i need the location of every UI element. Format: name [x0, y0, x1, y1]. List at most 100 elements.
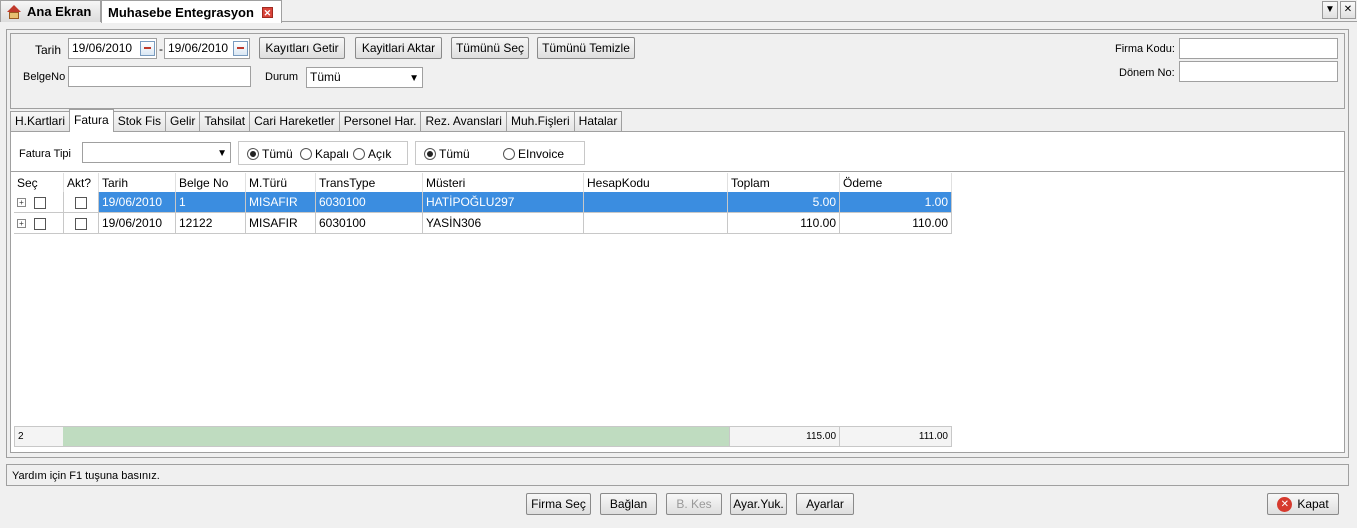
fatura-tipi-select[interactable]: ▼ [82, 142, 231, 163]
tab-personel-har[interactable]: Personel Har. [338, 111, 422, 131]
radio-selected-icon [424, 148, 436, 160]
radio-einvoice-label: EInvoice [518, 147, 565, 161]
cell-musteri: HATİPOĞLU297 [423, 192, 584, 213]
expand-icon[interactable]: + [17, 219, 26, 229]
close-tab-icon[interactable]: ✕ [261, 6, 273, 18]
tab-stok-fis[interactable]: Stok Fis [112, 111, 167, 131]
b-kes-button[interactable]: B. Kes [666, 493, 722, 515]
sec-checkbox[interactable] [34, 217, 46, 230]
col-akt[interactable]: Akt? [64, 173, 99, 192]
bottom-button-bar: Firma Seç Bağlan B. Kes Ayar.Yuk. Ayarla… [0, 488, 1357, 522]
cell-m-turu: MISAFIR [246, 192, 316, 213]
tab-gelir[interactable]: Gelir [165, 111, 201, 131]
col-trans-type[interactable]: TransType [316, 173, 423, 192]
radio-icon [353, 148, 365, 160]
col-hesap-kodu[interactable]: HesapKodu [584, 173, 728, 192]
calendar-icon[interactable] [233, 41, 248, 56]
tab-ana-ekran-label: Ana Ekran [27, 4, 92, 19]
col-m-turu[interactable]: M.Türü [246, 173, 316, 192]
date-separator: - [159, 42, 163, 56]
tab-fatura[interactable]: Fatura [69, 109, 114, 132]
col-toplam[interactable]: Toplam [728, 173, 840, 192]
cell-belge-no: 1 [176, 192, 246, 213]
radio-einvoice[interactable]: EInvoice [503, 147, 564, 161]
table-row[interactable]: + 19/06/2010 1 MISAFIR 6030100 HATİPOĞLU… [14, 192, 952, 213]
row-select-cell[interactable]: + [14, 192, 64, 213]
record-count: 2 [18, 431, 24, 442]
cell-hesap-kodu [584, 192, 728, 213]
radio-tumu-label: Tümü [262, 147, 293, 161]
tab-hatalar[interactable]: Hatalar [573, 111, 623, 131]
tab-h-kartlari[interactable]: H.Kartlari [10, 111, 71, 131]
main-panel: Tarih 19/06/2010 - 19/06/2010 Kayıtları … [6, 29, 1349, 458]
durum-radio-group: Tümü Kapalı Açık [238, 141, 408, 165]
tab-rez-avanslari[interactable]: Rez. Avanslari [420, 111, 507, 131]
grid-summary-footer: 2 115.00 111.00 [14, 426, 952, 447]
firma-kodu-field[interactable] [1179, 38, 1338, 59]
col-tarih[interactable]: Tarih [99, 173, 176, 192]
col-belge-no[interactable]: Belge No [176, 173, 246, 192]
ayarlar-button[interactable]: Ayarlar [796, 493, 854, 515]
kapat-button[interactable]: ✕ Kapat [1267, 493, 1339, 515]
firma-sec-button[interactable]: Firma Seç [526, 493, 591, 515]
kapat-label: Kapat [1297, 497, 1329, 511]
radio-tumu-2[interactable]: Tümü [424, 147, 470, 161]
akt-cell[interactable] [64, 213, 99, 234]
sec-checkbox[interactable] [34, 196, 46, 209]
firma-kodu-label: Firma Kodu: [1115, 43, 1175, 55]
date-to-value: 19/06/2010 [168, 41, 229, 55]
cell-tarih: 19/06/2010 [99, 213, 176, 234]
tab-muhasebe-entegrasyon[interactable]: Muhasebe Entegrasyon ✕ [101, 0, 282, 23]
radio-acik[interactable]: Açık [353, 147, 391, 161]
donem-no-field[interactable] [1179, 61, 1338, 82]
home-icon [7, 4, 21, 19]
cell-odeme: 1.00 [840, 192, 952, 213]
fatura-tipi-label: Fatura Tipi [19, 148, 71, 160]
expand-icon[interactable]: + [17, 198, 26, 208]
fatura-panel: Fatura Tipi ▼ Tümü Kapalı Açık Tümü EInv… [10, 131, 1345, 453]
fatura-grid: Seç Akt? Tarih Belge No M.Türü TransType… [14, 173, 952, 234]
tab-muh-fisleri[interactable]: Muh.Fişleri [505, 111, 575, 131]
fatura-filter-bar: Fatura Tipi ▼ Tümü Kapalı Açık Tümü EInv… [11, 132, 1344, 172]
donem-no-label: Dönem No: [1119, 67, 1175, 79]
module-tabs: H.Kartlari Fatura Stok Fis Gelir Tahsila… [10, 109, 623, 132]
tumunu-temizle-button[interactable]: Tümünü Temizle [537, 37, 635, 59]
radio-acik-label: Açık [368, 147, 392, 161]
radio-kapali[interactable]: Kapalı [300, 147, 349, 161]
tumunu-sec-button[interactable]: Tümünü Seç [451, 37, 529, 59]
chevron-down-icon: ▼ [217, 148, 227, 159]
kayitlari-aktar-button[interactable]: Kayitlari Aktar [355, 37, 442, 59]
belgeno-label: BelgeNo [23, 71, 66, 83]
kayitlari-getir-button[interactable]: Kayıtları Getir [259, 37, 345, 59]
tab-list-dropdown-icon[interactable]: ▼ [1322, 1, 1338, 19]
window-close-icon[interactable]: ✕ [1340, 1, 1356, 19]
durum-select[interactable]: Tümü ▼ [306, 67, 423, 88]
belgeno-field[interactable] [68, 66, 251, 87]
radio-icon [503, 148, 515, 160]
date-to-field[interactable]: 19/06/2010 [164, 38, 250, 59]
radio-kapali-label: Kapalı [315, 147, 350, 161]
filter-panel: Tarih 19/06/2010 - 19/06/2010 Kayıtları … [10, 33, 1345, 109]
akt-checkbox[interactable] [75, 196, 87, 209]
tab-cari-hareketler[interactable]: Cari Hareketler [249, 111, 340, 131]
row-select-cell[interactable]: + [14, 213, 64, 234]
grid-header: Seç Akt? Tarih Belge No M.Türü TransType… [14, 173, 952, 192]
ayar-yuk-button[interactable]: Ayar.Yuk. [730, 493, 787, 515]
baglan-button[interactable]: Bağlan [600, 493, 657, 515]
col-musteri[interactable]: Müsteri [423, 173, 584, 192]
col-sec[interactable]: Seç [14, 173, 64, 192]
tab-tahsilat[interactable]: Tahsilat [199, 111, 251, 131]
durum-value: Tümü [310, 70, 341, 84]
calendar-icon[interactable] [140, 41, 155, 56]
close-circle-icon: ✕ [1277, 496, 1293, 512]
cell-toplam: 110.00 [728, 213, 840, 234]
table-row[interactable]: + 19/06/2010 12122 MISAFIR 6030100 YASİN… [14, 213, 952, 234]
sum-odeme: 111.00 [839, 427, 951, 446]
date-from-field[interactable]: 19/06/2010 [68, 38, 157, 59]
tab-ana-ekran[interactable]: Ana Ekran [0, 0, 101, 22]
cell-m-turu: MISAFIR [246, 213, 316, 234]
col-odeme[interactable]: Ödeme [840, 173, 952, 192]
akt-cell[interactable] [64, 192, 99, 213]
radio-tumu-1[interactable]: Tümü [247, 147, 293, 161]
akt-checkbox[interactable] [75, 217, 87, 230]
